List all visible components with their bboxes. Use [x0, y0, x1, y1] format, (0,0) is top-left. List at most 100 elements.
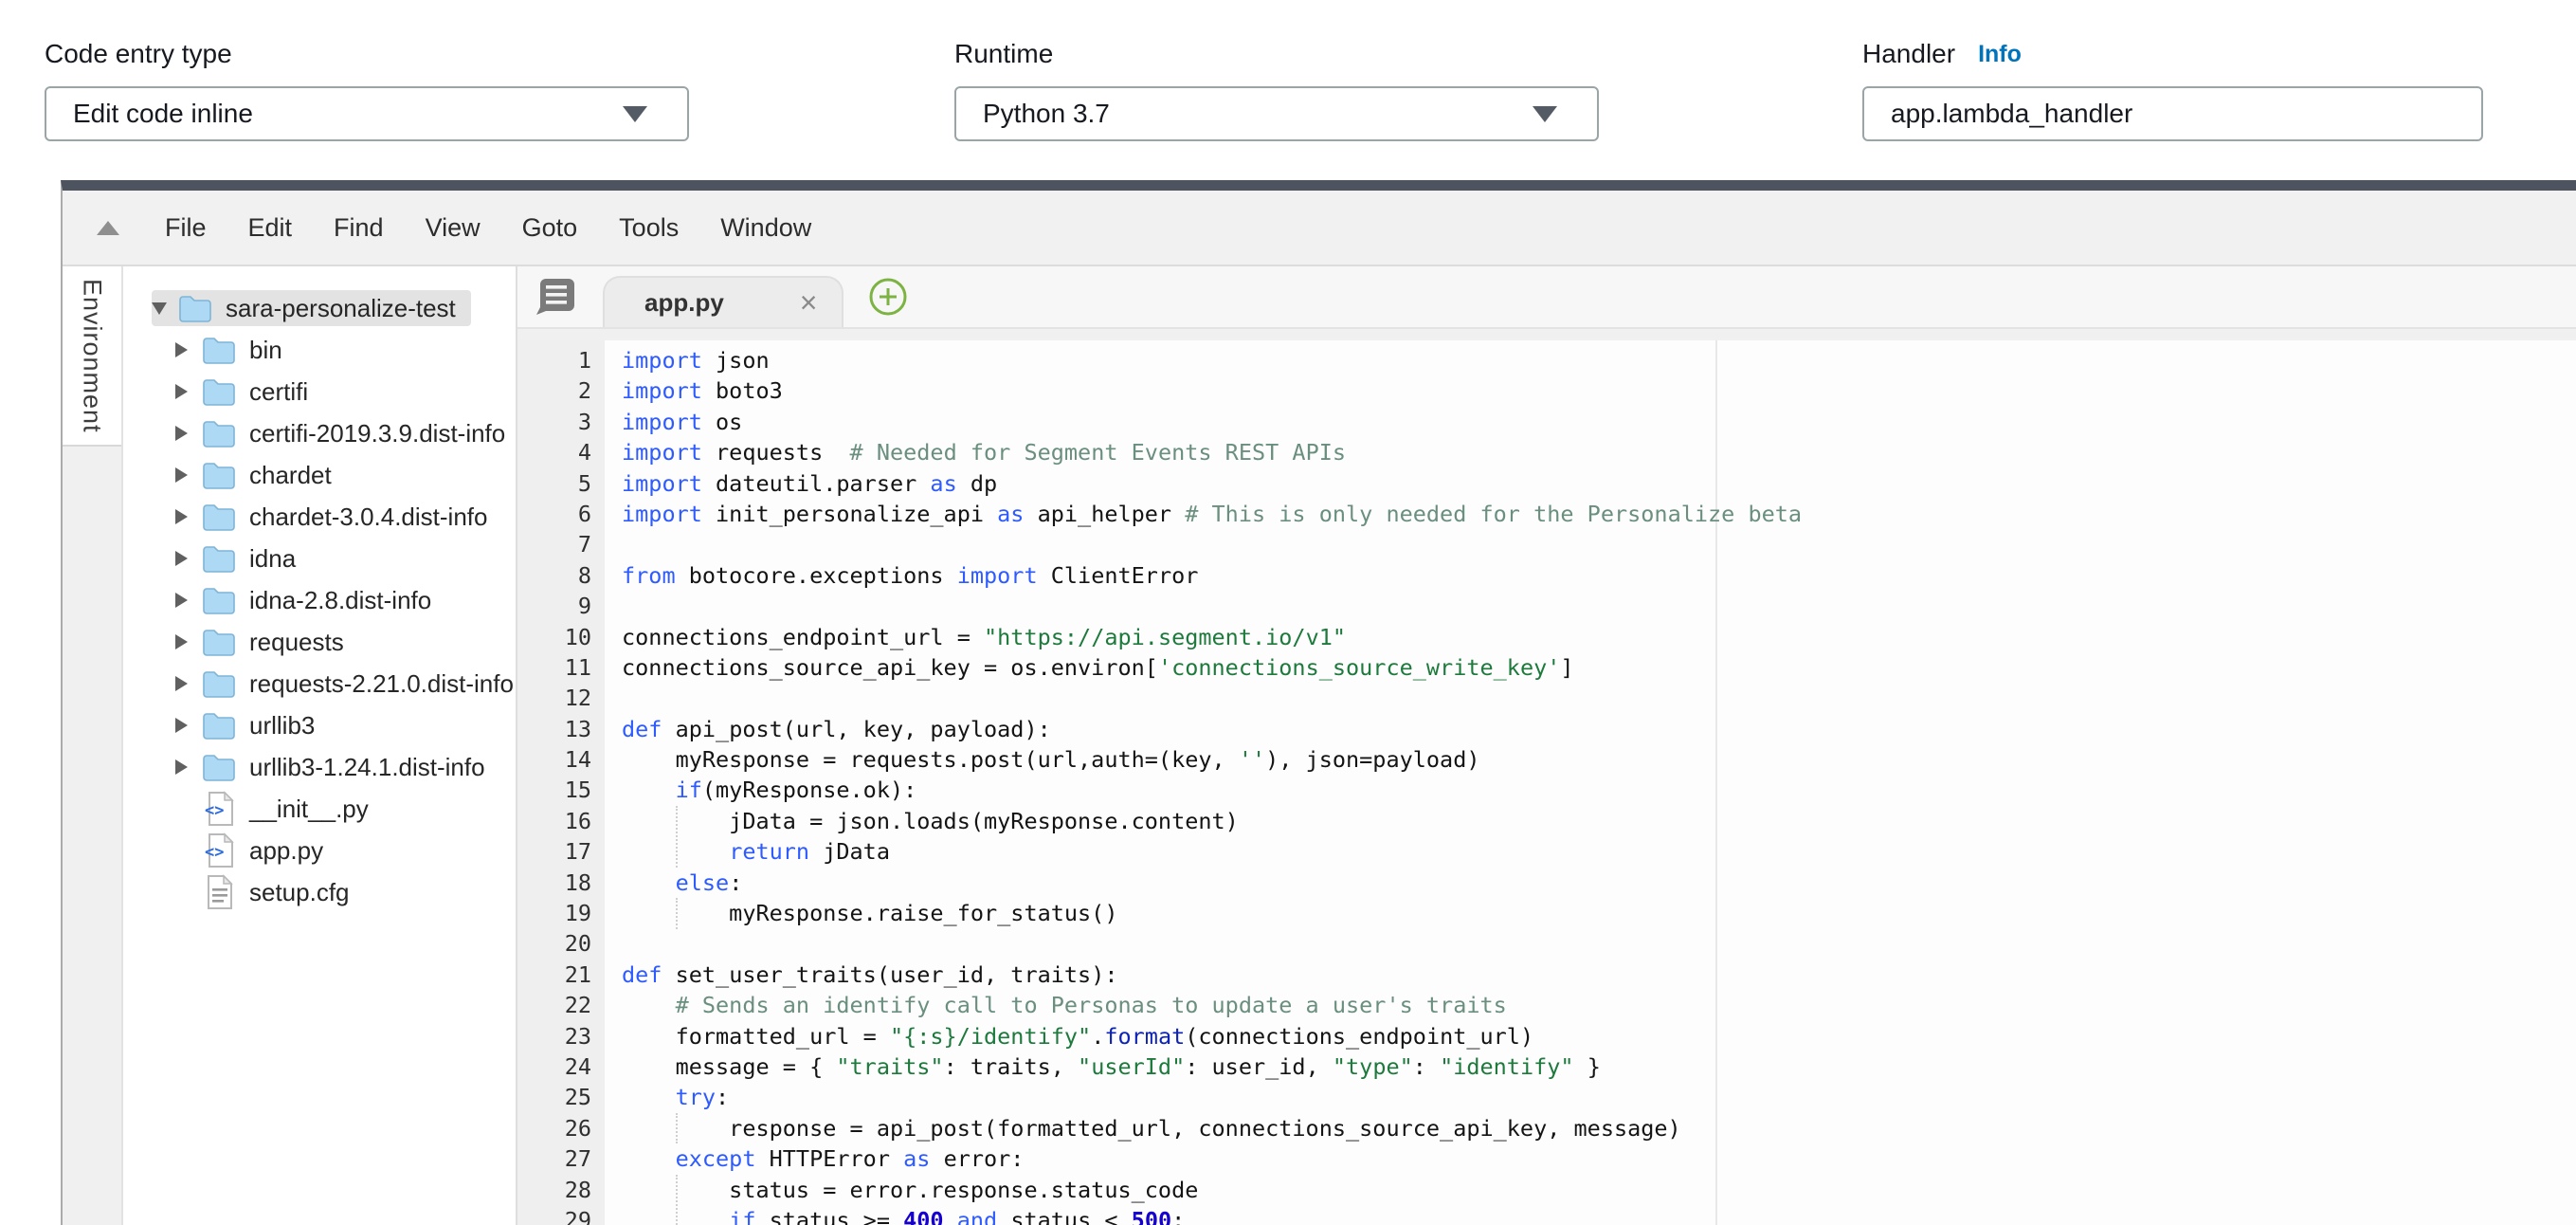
tree-item-app.py[interactable]: <>app.py — [123, 830, 516, 871]
line-number[interactable]: 7 — [517, 529, 605, 559]
line-number[interactable]: 6 — [517, 499, 605, 529]
line-number[interactable]: 3 — [517, 407, 605, 437]
tree-item-requests-2.21.0.dist-info[interactable]: requests-2.21.0.dist-info — [123, 663, 516, 704]
line-number[interactable]: 25 — [517, 1082, 605, 1112]
code-line[interactable]: 22 # Sends an identify call to Personas … — [517, 990, 2576, 1020]
line-number[interactable]: 13 — [517, 714, 605, 744]
tree-item-urllib3[interactable]: urllib3 — [123, 704, 516, 746]
code-line[interactable]: 10connections_endpoint_url = "https://ap… — [517, 622, 2576, 652]
code-line[interactable]: 9 — [517, 591, 2576, 621]
chevron-right-icon[interactable] — [175, 593, 188, 608]
chevron-right-icon[interactable] — [175, 551, 188, 566]
chevron-right-icon[interactable] — [175, 384, 188, 399]
code-line[interactable]: 6import init_personalize_api as api_help… — [517, 499, 2576, 529]
menu-item-tools[interactable]: Tools — [598, 213, 699, 243]
handler-input[interactable]: app.lambda_handler — [1862, 86, 2483, 141]
line-number[interactable]: 29 — [517, 1205, 605, 1225]
code-line[interactable]: 29 if status >= 400 and status < 500: — [517, 1205, 2576, 1225]
line-number[interactable]: 21 — [517, 960, 605, 990]
line-number[interactable]: 18 — [517, 868, 605, 898]
code-line[interactable]: 12 — [517, 683, 2576, 713]
tree-item-requests[interactable]: requests — [123, 621, 516, 663]
handler-info-link[interactable]: Info — [1978, 38, 2022, 70]
line-number[interactable]: 28 — [517, 1175, 605, 1205]
code-line[interactable]: 5import dateutil.parser as dp — [517, 468, 2576, 499]
line-number[interactable]: 20 — [517, 928, 605, 959]
tree-item-certifi[interactable]: certifi — [123, 371, 516, 412]
line-number[interactable]: 12 — [517, 683, 605, 713]
tab-list-icon[interactable] — [533, 277, 576, 317]
tree-item-bin[interactable]: bin — [123, 329, 516, 371]
chevron-right-icon[interactable] — [175, 426, 188, 441]
code-line[interactable]: 23 formatted_url = "{:s}/identify".forma… — [517, 1021, 2576, 1051]
tab-app-py[interactable]: app.py × — [603, 276, 844, 327]
code-entry-type-select[interactable]: Edit code inline — [45, 86, 689, 141]
tree-item-setup.cfg[interactable]: setup.cfg — [123, 871, 516, 913]
tree-item-__init__.py[interactable]: <>__init__.py — [123, 788, 516, 830]
chevron-right-icon[interactable] — [175, 634, 188, 649]
tree-item-chardet[interactable]: chardet — [123, 454, 516, 496]
code-line[interactable]: 16 jData = json.loads(myResponse.content… — [517, 806, 2576, 836]
menu-item-goto[interactable]: Goto — [501, 213, 599, 243]
menu-item-file[interactable]: File — [144, 213, 227, 243]
chevron-right-icon[interactable] — [175, 759, 188, 775]
collapse-menubar-icon[interactable] — [97, 221, 119, 235]
code-line[interactable]: 1import json — [517, 345, 2576, 375]
tree-item-sara-personalize-test[interactable]: sara-personalize-test — [123, 287, 516, 329]
code-line[interactable]: 8from botocore.exceptions import ClientE… — [517, 560, 2576, 591]
code-line[interactable]: 3import os — [517, 407, 2576, 437]
code-line[interactable]: 28 status = error.response.status_code — [517, 1175, 2576, 1205]
code-line[interactable]: 15 if(myResponse.ok): — [517, 775, 2576, 805]
tree-item-certifi-2019.3.9.dist-info[interactable]: certifi-2019.3.9.dist-info — [123, 412, 516, 454]
menu-item-view[interactable]: View — [405, 213, 501, 243]
line-number[interactable]: 23 — [517, 1021, 605, 1051]
chevron-right-icon[interactable] — [175, 676, 188, 691]
menu-item-edit[interactable]: Edit — [227, 213, 314, 243]
line-number[interactable]: 26 — [517, 1113, 605, 1143]
runtime-select[interactable]: Python 3.7 — [954, 86, 1599, 141]
code-line[interactable]: 14 myResponse = requests.post(url,auth=(… — [517, 744, 2576, 775]
code-editor-area[interactable]: 1import json2import boto33import os4impo… — [517, 340, 2576, 1225]
line-number[interactable]: 10 — [517, 622, 605, 652]
line-number[interactable]: 8 — [517, 560, 605, 591]
line-number[interactable]: 22 — [517, 990, 605, 1020]
chevron-right-icon[interactable] — [175, 509, 188, 524]
code-line[interactable]: 26 response = api_post(formatted_url, co… — [517, 1113, 2576, 1143]
line-number[interactable]: 11 — [517, 652, 605, 683]
code-line[interactable]: 2import boto3 — [517, 375, 2576, 406]
code-line[interactable]: 13def api_post(url, key, payload): — [517, 714, 2576, 744]
environment-tab[interactable]: Environment — [63, 266, 121, 447]
line-number[interactable]: 2 — [517, 375, 605, 406]
close-tab-icon[interactable]: × — [800, 287, 818, 318]
menu-item-find[interactable]: Find — [313, 213, 405, 243]
chevron-right-icon[interactable] — [175, 467, 188, 483]
line-number[interactable]: 4 — [517, 437, 605, 467]
line-number[interactable]: 19 — [517, 898, 605, 928]
code-line[interactable]: 20 — [517, 928, 2576, 959]
line-number[interactable]: 16 — [517, 806, 605, 836]
line-number[interactable]: 17 — [517, 836, 605, 867]
code-line[interactable]: 19 myResponse.raise_for_status() — [517, 898, 2576, 928]
tree-item-idna-2.8.dist-info[interactable]: idna-2.8.dist-info — [123, 579, 516, 621]
line-number[interactable]: 24 — [517, 1051, 605, 1082]
tree-item-chardet-3.0.4.dist-info[interactable]: chardet-3.0.4.dist-info — [123, 496, 516, 538]
chevron-down-icon[interactable] — [152, 302, 167, 315]
chevron-right-icon[interactable] — [175, 718, 188, 733]
tree-item-urllib3-1.24.1.dist-info[interactable]: urllib3-1.24.1.dist-info — [123, 746, 516, 788]
code-line[interactable]: 24 message = { "traits": traits, "userId… — [517, 1051, 2576, 1082]
code-line[interactable]: 27 except HTTPError as error: — [517, 1143, 2576, 1174]
code-line[interactable]: 11connections_source_api_key = os.enviro… — [517, 652, 2576, 683]
line-number[interactable]: 27 — [517, 1143, 605, 1174]
line-number[interactable]: 15 — [517, 775, 605, 805]
line-number[interactable]: 9 — [517, 591, 605, 621]
menu-item-window[interactable]: Window — [699, 213, 832, 243]
line-number[interactable]: 14 — [517, 744, 605, 775]
code-line[interactable]: 18 else: — [517, 868, 2576, 898]
line-number[interactable]: 1 — [517, 345, 605, 375]
code-line[interactable]: 4import requests # Needed for Segment Ev… — [517, 437, 2576, 467]
code-line[interactable]: 25 try: — [517, 1082, 2576, 1112]
code-line[interactable]: 21def set_user_traits(user_id, traits): — [517, 960, 2576, 990]
tree-item-idna[interactable]: idna — [123, 538, 516, 579]
line-number[interactable]: 5 — [517, 468, 605, 499]
chevron-right-icon[interactable] — [175, 342, 188, 357]
